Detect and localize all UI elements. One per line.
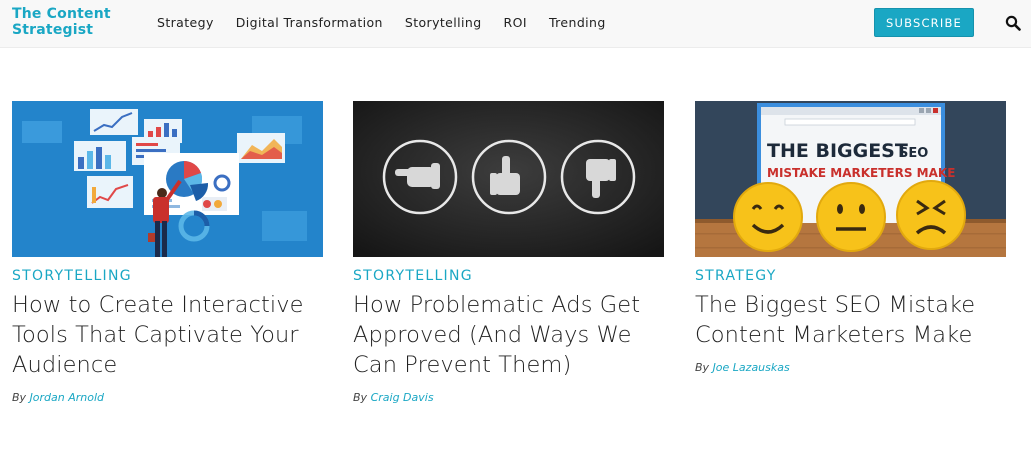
article-image-problematic-ads[interactable] xyxy=(353,101,664,257)
article-card-3: THE BIGGEST SEO MISTAKE MARKETERS MAKE S… xyxy=(695,101,1006,374)
upset-face-icon xyxy=(896,180,966,250)
neutral-face-icon xyxy=(816,182,886,252)
byline-prefix: By xyxy=(12,391,27,404)
author-link[interactable]: Craig Davis xyxy=(371,391,434,404)
nav-item-storytelling[interactable]: Storytelling xyxy=(405,15,482,30)
article-illustration-1 xyxy=(12,101,323,257)
article-byline: By Joe Lazauskas xyxy=(695,361,1006,374)
article-card-2: STORYTELLING How Problematic Ads Get App… xyxy=(353,101,664,404)
byline-prefix: By xyxy=(353,391,368,404)
article-category[interactable]: STORYTELLING xyxy=(353,268,664,284)
site-header: The Content Strategist Strategy Digital … xyxy=(0,0,1031,48)
image-headline-line-2: MISTAKE MARKETERS MAKE xyxy=(767,166,955,180)
nav-item-roi[interactable]: ROI xyxy=(504,15,527,30)
article-title[interactable]: The Biggest SEO Mistake Content Marketer… xyxy=(695,290,1006,350)
article-image-seo-mistake[interactable]: THE BIGGEST SEO MISTAKE MARKETERS MAKE xyxy=(695,101,1006,257)
article-category[interactable]: STORYTELLING xyxy=(12,268,323,284)
article-illustration-3: THE BIGGEST SEO MISTAKE MARKETERS MAKE xyxy=(695,101,1006,257)
subscribe-button[interactable]: SUBSCRIBE xyxy=(874,8,974,37)
main-nav: Strategy Digital Transformation Storytel… xyxy=(157,15,628,30)
article-title[interactable]: How Problematic Ads Get Approved (And Wa… xyxy=(353,290,664,380)
nav-item-digital-transformation[interactable]: Digital Transformation xyxy=(236,15,383,30)
article-title[interactable]: How to Create Interactive Tools That Cap… xyxy=(12,290,323,380)
nav-item-trending[interactable]: Trending xyxy=(549,15,606,30)
happy-face-icon xyxy=(733,182,803,252)
author-link[interactable]: Jordan Arnold xyxy=(30,391,104,404)
image-headline-seo: SEO xyxy=(899,146,928,161)
article-image-interactive-tools[interactable] xyxy=(12,101,323,257)
byline-prefix: By xyxy=(695,361,710,374)
site-logo[interactable]: The Content Strategist xyxy=(12,6,132,38)
article-illustration-2 xyxy=(353,101,664,257)
article-category[interactable]: STRATEGY xyxy=(695,268,1006,284)
logo-line-1: The Content xyxy=(12,6,111,22)
nav-item-strategy[interactable]: Strategy xyxy=(157,15,214,30)
search-icon[interactable] xyxy=(1005,15,1021,31)
logo-line-2: Strategist xyxy=(12,22,94,38)
article-byline: By Craig Davis xyxy=(353,391,664,404)
article-card-1: STORYTELLING How to Create Interactive T… xyxy=(12,101,323,404)
article-byline: By Jordan Arnold xyxy=(12,391,323,404)
author-link[interactable]: Joe Lazauskas xyxy=(713,361,790,374)
image-headline-line-1: THE BIGGEST xyxy=(767,140,908,162)
